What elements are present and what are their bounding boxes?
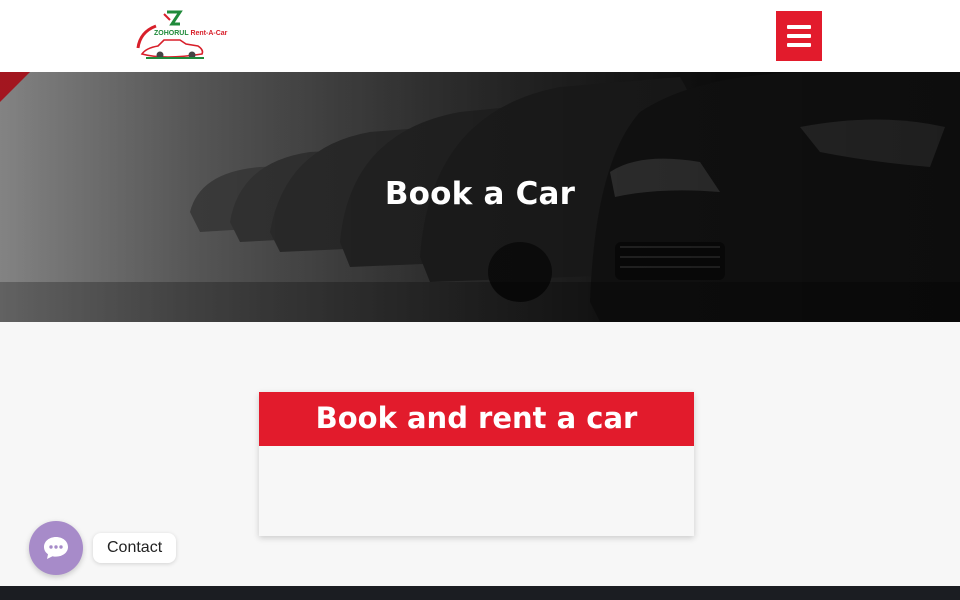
- menu-toggle-button[interactable]: [776, 11, 822, 61]
- contact-label[interactable]: Contact: [93, 533, 177, 563]
- chat-bubble-icon: [44, 537, 68, 559]
- contact-chat-button[interactable]: [29, 521, 83, 575]
- site-logo[interactable]: ZOHORUL Rent-A-Car: [134, 10, 227, 62]
- hamburger-icon: [787, 25, 811, 29]
- hero-banner: Book a Car: [0, 72, 960, 322]
- footer: [0, 586, 960, 600]
- page-title: Book a Car: [384, 176, 576, 212]
- booking-card-title: Book and rent a car: [259, 392, 694, 446]
- site-header: ZOHORUL Rent-A-Car: [0, 0, 960, 72]
- logo-text: ZOHORUL Rent-A-Car: [154, 30, 228, 37]
- booking-card: Book and rent a car: [259, 392, 694, 536]
